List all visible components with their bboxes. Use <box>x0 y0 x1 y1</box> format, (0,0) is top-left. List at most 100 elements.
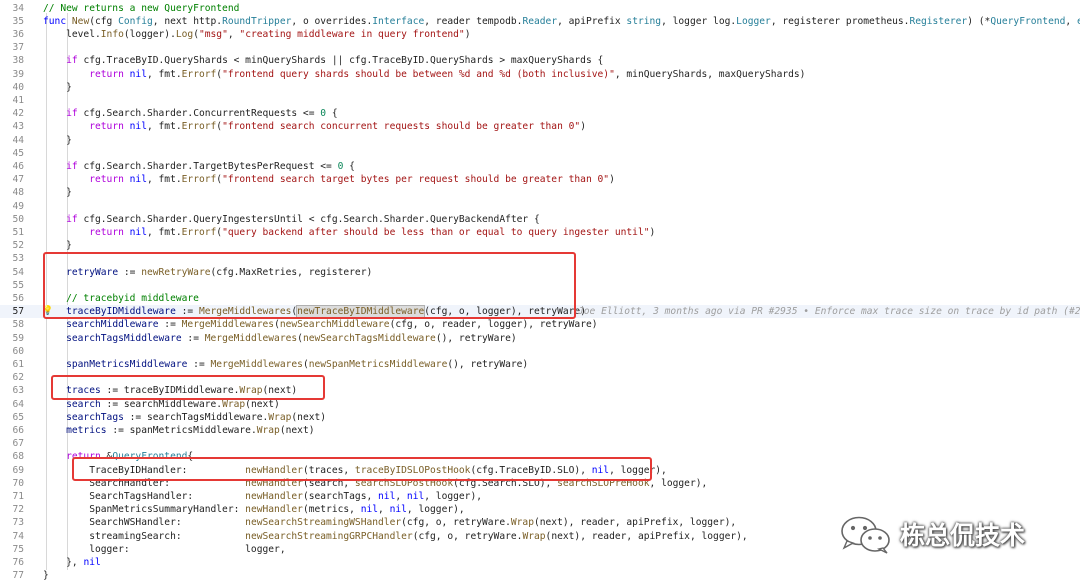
code-line[interactable]: 48 } <box>0 186 1080 199</box>
code-token: Reader <box>522 15 558 27</box>
line-number: 34 <box>12 2 24 14</box>
code-text[interactable]: spanMetricsMiddleware := MergeMiddleware… <box>43 358 528 371</box>
code-line[interactable]: 44 } <box>0 134 1080 147</box>
line-number: 69 <box>12 464 24 476</box>
code-token: Config <box>118 15 153 27</box>
code-text[interactable]: searchMiddleware := MergeMiddlewares(new… <box>43 318 598 331</box>
code-token: nil <box>129 121 147 133</box>
code-text[interactable]: streamingSearch: newSearchStreamingGRPCH… <box>43 530 748 543</box>
code-text[interactable]: if cfg.TraceByID.QueryShards < minQueryS… <box>43 54 603 67</box>
code-line[interactable]: 51 return nil, fmt.Errorf("query backend… <box>0 226 1080 239</box>
code-editor[interactable]: 34 // New returns a new QueryFrontend 35 fu… <box>0 0 1080 583</box>
code-text[interactable]: return nil, fmt.Errorf("query backend af… <box>43 226 655 239</box>
code-text[interactable]: SearchWSHandler: newSearchStreamingWSHan… <box>43 516 736 529</box>
line-number: 50 <box>12 213 24 225</box>
code-text[interactable]: searchTags := searchTagsMiddleware.Wrap(… <box>43 411 326 424</box>
code-text[interactable]: SearchTagsHandler: newHandler(searchTags… <box>43 490 482 503</box>
line-number: 60 <box>12 345 24 357</box>
code-text[interactable]: } <box>43 186 72 199</box>
code-token: Errorf <box>181 226 217 238</box>
code-text[interactable]: level.Info(logger).Log("msg", "creating … <box>43 28 470 41</box>
code-line[interactable]: 43 return nil, fmt.Errorf("frontend sear… <box>0 120 1080 133</box>
line-number: 44 <box>12 134 24 146</box>
code-text[interactable]: metrics := spanMetricsMiddleware.Wrap(ne… <box>43 424 314 437</box>
code-token: if <box>66 213 78 225</box>
code-token: newSearchStreamingGRPCHandler <box>245 530 413 542</box>
code-line[interactable]: 49 <box>0 200 1080 213</box>
code-token: } <box>43 570 49 582</box>
code-line[interactable]: 34 // New returns a new QueryFrontend <box>0 2 1080 15</box>
code-line[interactable]: 77} <box>0 569 1080 582</box>
code-line[interactable]: 50 if cfg.Search.Sharder.QueryIngestersU… <box>0 213 1080 226</box>
code-token: return <box>89 174 124 186</box>
code-token: (), retryWare) <box>435 332 517 344</box>
code-token: MergeMiddlewares <box>204 332 298 344</box>
code-line[interactable]: 35 func New(cfg Config, next http.RoundTr… <box>0 15 1080 28</box>
code-token: (cfg <box>89 15 119 27</box>
code-text[interactable]: } <box>43 134 72 147</box>
code-text[interactable]: if cfg.Search.Sharder.ConcurrentRequests… <box>43 107 338 120</box>
code-line[interactable]: 45 <box>0 147 1080 160</box>
code-line[interactable]: 58 searchMiddleware := MergeMiddlewares(… <box>0 318 1080 331</box>
code-line[interactable]: 59 searchTagsMiddleware := MergeMiddlewa… <box>0 332 1080 345</box>
code-token: newSearchStreamingWSHandler <box>245 517 402 529</box>
code-token: Wrap <box>222 398 246 410</box>
code-line[interactable]: 36 level.Info(logger).Log("msg", "creati… <box>0 28 1080 41</box>
line-number: 74 <box>12 530 24 542</box>
highlight-box-traces <box>51 375 325 400</box>
code-text[interactable]: } <box>43 569 49 582</box>
code-line[interactable]: 40 } <box>0 81 1080 94</box>
code-line[interactable]: 52 } <box>0 239 1080 252</box>
code-line[interactable]: 41 <box>0 94 1080 107</box>
code-text[interactable]: if cfg.Search.Sharder.QueryIngestersUnti… <box>43 213 540 226</box>
code-line[interactable]: 71 SearchTagsHandler: newHandler(searchT… <box>0 490 1080 503</box>
line-number: 37 <box>12 42 24 54</box>
code-token: newSpanMetricsMiddleware <box>308 358 448 370</box>
line-number: 64 <box>12 398 24 410</box>
code-line[interactable]: 67 <box>0 437 1080 450</box>
code-text[interactable]: logger: logger, <box>43 543 285 556</box>
line-number: 43 <box>12 121 24 133</box>
code-text[interactable]: return nil, fmt.Errorf("frontend search … <box>43 173 615 186</box>
code-line[interactable]: 76 }, nil <box>0 556 1080 569</box>
code-token: SearchWSHandler: <box>43 517 246 529</box>
code-token: { <box>326 108 338 120</box>
code-text[interactable]: SpanMetricsSummaryHandler: newHandler(me… <box>43 503 464 516</box>
code-text[interactable]: // New returns a new QueryFrontend <box>43 2 239 15</box>
code-token: (cfg, o, reader, logger), retryWare) <box>389 319 598 331</box>
code-token: (next), reader, apiPrefix, logger), <box>545 530 748 542</box>
code-line[interactable]: 47 return nil, fmt.Errorf("frontend sear… <box>0 173 1080 186</box>
code-token: , registerer prometheus. <box>770 15 910 27</box>
code-text[interactable]: func New(cfg Config, next http.RoundTrip… <box>43 15 1080 28</box>
code-text[interactable]: if cfg.Search.Sharder.TargetBytesPerRequ… <box>43 160 355 173</box>
code-token: { <box>343 160 355 172</box>
code-line[interactable]: 42 if cfg.Search.Sharder.ConcurrentReque… <box>0 107 1080 120</box>
code-text[interactable]: return nil, fmt.Errorf("frontend search … <box>43 120 586 133</box>
code-text[interactable]: } <box>43 81 72 94</box>
code-line[interactable]: 60 <box>0 345 1080 358</box>
code-token: , logger log. <box>661 15 737 27</box>
code-line[interactable]: 61 spanMetricsMiddleware := MergeMiddlew… <box>0 358 1080 371</box>
code-token: (cfg, o, retryWare. <box>412 530 523 542</box>
code-line[interactable]: 39 return nil, fmt.Errorf("frontend quer… <box>0 68 1080 81</box>
code-text[interactable]: searchTagsMiddleware := MergeMiddlewares… <box>43 332 517 345</box>
line-number: 75 <box>12 543 24 555</box>
code-line[interactable]: 37 <box>0 41 1080 54</box>
line-number: 42 <box>12 108 24 120</box>
code-token: := searchMiddleware. <box>100 398 223 410</box>
code-token: Wrap <box>510 517 534 529</box>
code-text[interactable]: }, nil <box>43 556 101 569</box>
code-line[interactable]: 66 metrics := spanMetricsMiddleware.Wrap… <box>0 424 1080 437</box>
line-number: 67 <box>12 438 24 450</box>
code-text[interactable]: } <box>43 239 72 252</box>
code-text[interactable]: return nil, fmt.Errorf("frontend query s… <box>43 68 805 81</box>
code-line[interactable]: 65 searchTags := searchTagsMiddleware.Wr… <box>0 411 1080 424</box>
code-line[interactable]: 38 if cfg.TraceByID.QueryShards < minQue… <box>0 54 1080 67</box>
code-token: Errorf <box>181 121 217 133</box>
code-line[interactable]: 46 if cfg.Search.Sharder.TargetBytesPerR… <box>0 160 1080 173</box>
